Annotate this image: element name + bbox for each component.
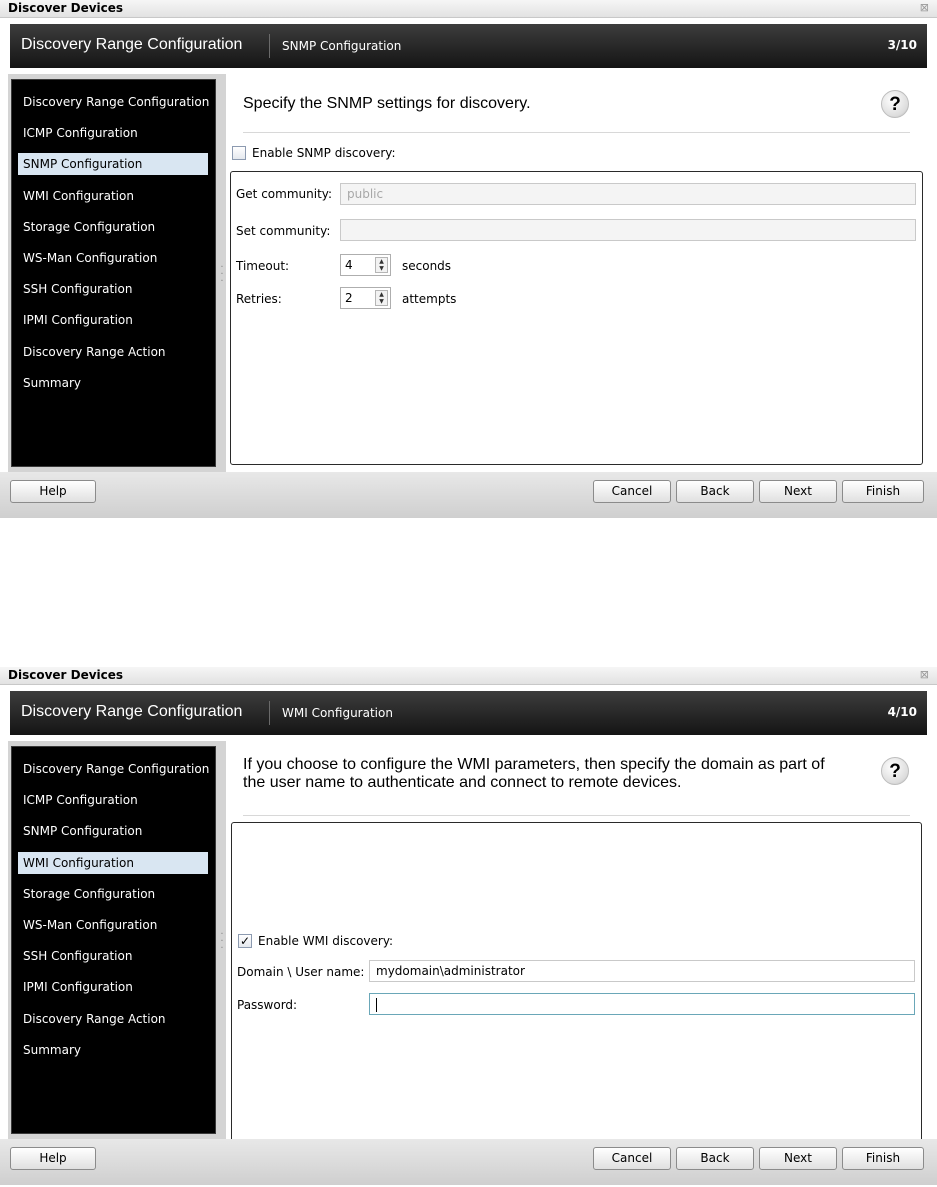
sidebar-item-wmi-configuration[interactable]: WMI Configuration xyxy=(18,185,208,207)
close-icon[interactable]: ⊠ xyxy=(920,668,929,681)
sidebar-item-ipmi-configuration[interactable]: IPMI Configuration xyxy=(18,309,208,331)
sidebar-item-ws-man-configuration[interactable]: WS-Man Configuration xyxy=(18,247,208,269)
retries-label: Retries: xyxy=(236,292,282,306)
wizard-header: Discovery Range Configuration WMI Config… xyxy=(10,691,927,735)
cancel-button[interactable]: Cancel xyxy=(593,480,671,503)
timeout-unit: seconds xyxy=(402,259,452,273)
sidebar-item-icmp-configuration[interactable]: ICMP Configuration xyxy=(18,789,208,811)
finish-button[interactable]: Finish xyxy=(842,1147,924,1170)
title-bar: Discover Devices ⊠ xyxy=(0,667,937,685)
spinner-arrows-icon[interactable]: ▲ ▼ xyxy=(375,257,388,273)
retries-unit: attempts xyxy=(402,292,457,306)
sidebar-item-discovery-range-configuration[interactable]: Discovery Range Configuration xyxy=(18,91,209,113)
back-button[interactable]: Back xyxy=(676,480,754,503)
window-title: Discover Devices xyxy=(8,668,124,682)
help-button[interactable]: Help xyxy=(10,480,96,503)
timeout-value: 4 xyxy=(345,258,353,272)
button-bar: Help Cancel Back Next Finish xyxy=(0,472,937,518)
window-title: Discover Devices xyxy=(8,1,124,15)
splitter-grip-icon[interactable]: · · · xyxy=(218,263,226,287)
sidebar-item-snmp-configuration[interactable]: SNMP Configuration xyxy=(18,820,208,842)
retries-value: 2 xyxy=(345,291,353,305)
sidebar-item-ssh-configuration[interactable]: SSH Configuration xyxy=(18,278,208,300)
header-title: Discovery Range Configuration xyxy=(21,703,243,720)
header-divider xyxy=(269,34,270,58)
wizard-nav-sidebar: Discovery Range Configuration ICMP Confi… xyxy=(11,746,216,1134)
enable-wmi-checkbox[interactable]: ✓ xyxy=(238,934,252,948)
timeout-label: Timeout: xyxy=(236,259,290,273)
help-icon[interactable]: ? xyxy=(881,90,909,118)
retries-stepper[interactable]: 2 ▲ ▼ xyxy=(340,287,391,309)
sidebar-item-summary[interactable]: Summary xyxy=(18,1039,208,1061)
discover-devices-dialog-wmi: Discover Devices ⊠ Discovery Range Confi… xyxy=(0,667,937,1187)
sidebar-item-discovery-range-configuration[interactable]: Discovery Range Configuration xyxy=(18,758,209,780)
set-community-label: Set community: xyxy=(236,224,331,238)
cancel-button[interactable]: Cancel xyxy=(593,1147,671,1170)
get-community-label: Get community: xyxy=(236,187,333,201)
enable-snmp-label: Enable SNMP discovery: xyxy=(252,146,396,160)
title-bar: Discover Devices ⊠ xyxy=(0,0,937,18)
enable-snmp-checkbox[interactable] xyxy=(232,146,246,160)
step-counter: 4/10 xyxy=(887,705,917,719)
wizard-header: Discovery Range Configuration SNMP Confi… xyxy=(10,24,927,68)
sidebar-item-summary[interactable]: Summary xyxy=(18,372,208,394)
finish-button[interactable]: Finish xyxy=(842,480,924,503)
sidebar-item-snmp-configuration[interactable]: SNMP Configuration xyxy=(18,153,208,175)
header-title: Discovery Range Configuration xyxy=(21,36,243,53)
sidebar-item-icmp-configuration[interactable]: ICMP Configuration xyxy=(18,122,208,144)
button-bar: Help Cancel Back Next Finish xyxy=(0,1139,937,1185)
close-icon[interactable]: ⊠ xyxy=(920,1,929,14)
back-button[interactable]: Back xyxy=(676,1147,754,1170)
header-subtitle: SNMP Configuration xyxy=(282,39,402,53)
discover-devices-dialog-snmp: Discover Devices ⊠ Discovery Range Confi… xyxy=(0,0,937,520)
enable-wmi-label: Enable WMI discovery: xyxy=(258,934,394,948)
divider xyxy=(243,815,910,816)
header-subtitle: WMI Configuration xyxy=(282,706,393,720)
sidebar-item-discovery-range-action[interactable]: Discovery Range Action xyxy=(18,1008,208,1030)
password-input[interactable] xyxy=(369,993,915,1015)
help-icon[interactable]: ? xyxy=(881,757,909,785)
username-input[interactable]: mydomain\administrator xyxy=(369,960,915,982)
intro-text: If you choose to configure the WMI param… xyxy=(243,756,825,791)
intro-text: Specify the SNMP settings for discovery. xyxy=(243,95,531,112)
next-button[interactable]: Next xyxy=(759,1147,837,1170)
divider xyxy=(243,132,910,133)
help-button[interactable]: Help xyxy=(10,1147,96,1170)
sidebar-item-wmi-configuration[interactable]: WMI Configuration xyxy=(18,852,208,874)
wmi-settings-panel xyxy=(231,822,922,1152)
set-community-input[interactable] xyxy=(340,219,916,241)
sidebar-item-ipmi-configuration[interactable]: IPMI Configuration xyxy=(18,976,208,998)
splitter-grip-icon[interactable]: · · · xyxy=(218,930,226,954)
timeout-stepper[interactable]: 4 ▲ ▼ xyxy=(340,254,391,276)
username-label: Domain \ User name: xyxy=(237,965,365,979)
next-button[interactable]: Next xyxy=(759,480,837,503)
sidebar-item-storage-configuration[interactable]: Storage Configuration xyxy=(18,216,208,238)
sidebar-item-ws-man-configuration[interactable]: WS-Man Configuration xyxy=(18,914,208,936)
wizard-nav-sidebar: Discovery Range Configuration ICMP Confi… xyxy=(11,79,216,467)
snmp-settings-panel xyxy=(230,171,923,465)
sidebar-item-storage-configuration[interactable]: Storage Configuration xyxy=(18,883,208,905)
step-counter: 3/10 xyxy=(887,38,917,52)
text-cursor xyxy=(376,997,377,1012)
sidebar-item-discovery-range-action[interactable]: Discovery Range Action xyxy=(18,341,208,363)
header-divider xyxy=(269,701,270,725)
sidebar-item-ssh-configuration[interactable]: SSH Configuration xyxy=(18,945,208,967)
password-label: Password: xyxy=(237,998,298,1012)
spinner-arrows-icon[interactable]: ▲ ▼ xyxy=(375,290,388,306)
get-community-input[interactable]: public xyxy=(340,183,916,205)
